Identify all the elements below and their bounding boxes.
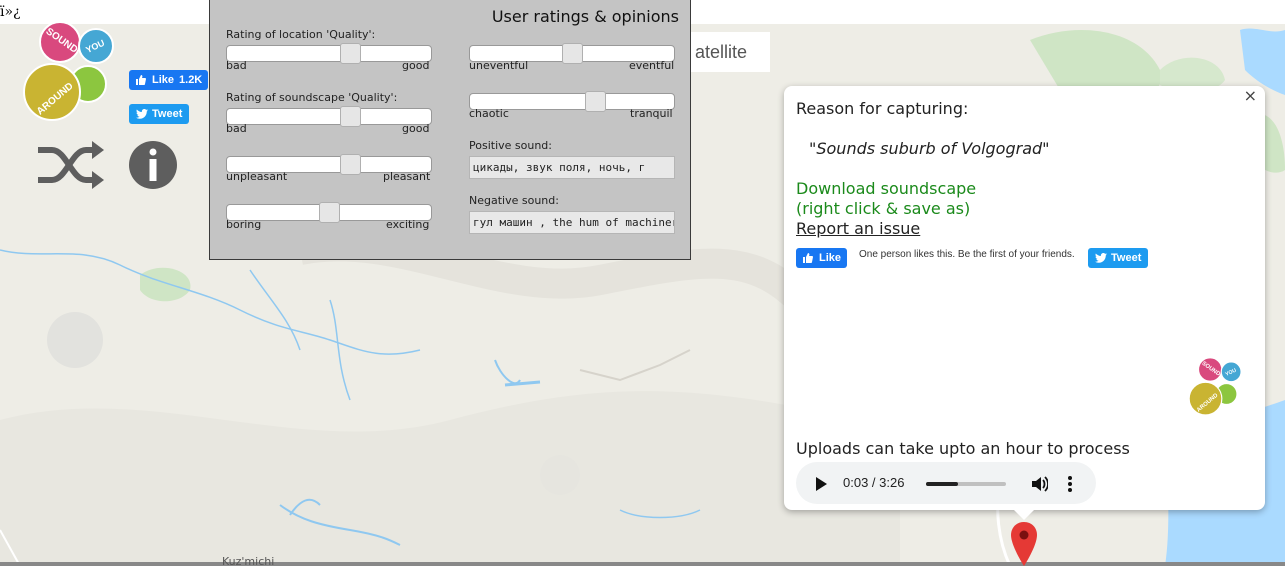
more-vert-icon[interactable] xyxy=(1066,475,1074,493)
play-icon[interactable] xyxy=(816,477,827,491)
download-line-1: Download soundscape xyxy=(796,179,977,198)
logo[interactable]: SOUND YOU AROUND xyxy=(22,20,118,124)
slider-left-label: uneventful xyxy=(469,59,529,72)
shuffle-icon[interactable] xyxy=(36,140,106,190)
report-issue-link[interactable]: Report an issue xyxy=(796,219,920,238)
negative-sound-label: Negative sound: xyxy=(469,194,559,207)
slider-thumb[interactable] xyxy=(585,91,607,112)
info-icon[interactable] xyxy=(128,140,178,190)
facebook-like-button[interactable]: Like xyxy=(796,248,848,268)
close-icon[interactable]: × xyxy=(1244,86,1257,105)
twitter-bird-icon xyxy=(1095,253,1107,263)
facebook-social-text: One person likes this. Be the first of y… xyxy=(859,249,1075,260)
slider-thumb[interactable] xyxy=(340,106,362,127)
positive-sound-label: Positive sound: xyxy=(469,139,552,152)
facebook-like-count: 1.2K xyxy=(179,74,203,86)
volume-icon[interactable] xyxy=(1030,475,1048,493)
facebook-like-label: Like xyxy=(152,74,175,86)
slider-left-label: unpleasant xyxy=(226,170,288,183)
slider-left-label: bad xyxy=(226,59,247,72)
slider-thumb[interactable] xyxy=(318,202,340,223)
reason-quote: "Sounds suburb of Volgograd" xyxy=(809,139,1050,158)
download-line-2: (right click & save as) xyxy=(796,199,971,218)
tweet-button[interactable]: Tweet xyxy=(1088,248,1149,268)
slider-thumb[interactable] xyxy=(340,154,362,175)
audio-time: 0:03 / 3:26 xyxy=(843,475,905,490)
uploads-note: Uploads can take upto an hour to process xyxy=(796,439,1130,458)
audio-player[interactable]: 0:03 / 3:26 xyxy=(796,462,1096,504)
slider-thumb[interactable] xyxy=(561,43,583,64)
location-quality-label: Rating of location 'Quality': xyxy=(226,28,376,41)
logo-small: SOUND YOU AROUND xyxy=(1188,357,1242,416)
slider-left-label: bad xyxy=(226,122,247,135)
slider-right-label: exciting xyxy=(386,218,430,231)
audio-progress-fill xyxy=(926,482,958,486)
slider-right-label: eventful xyxy=(629,59,675,72)
slider-thumb[interactable] xyxy=(340,43,362,64)
tweet-label: Tweet xyxy=(152,108,183,120)
facebook-thumb-icon xyxy=(803,253,813,263)
negative-sound-field[interactable]: гул машин , the hum of machinery xyxy=(469,211,675,234)
info-window-pointer xyxy=(1012,508,1036,520)
audio-progress-bar[interactable] xyxy=(926,482,1006,486)
map-marker-icon[interactable] xyxy=(1010,522,1038,566)
slider-right-label: pleasant xyxy=(383,170,431,183)
slider-right-label: good xyxy=(402,122,430,135)
tweet-label: Tweet xyxy=(1111,252,1142,264)
ratings-panel: User ratings & opinions Rating of locati… xyxy=(209,0,691,260)
tweet-button[interactable]: Tweet xyxy=(129,104,190,124)
facebook-like-button[interactable]: Like 1.2K xyxy=(129,70,209,90)
facebook-thumb-icon xyxy=(136,75,146,85)
slider-right-label: good xyxy=(402,59,430,72)
slider-left-label: chaotic xyxy=(469,107,509,120)
twitter-bird-icon xyxy=(136,109,148,119)
slider-right-label: tranquil xyxy=(630,107,673,120)
map-place-label: Kuz'michi xyxy=(222,555,275,566)
slider-left-label: boring xyxy=(226,218,262,231)
info-window: × Reason for capturing: "Sounds suburb o… xyxy=(784,86,1265,510)
facebook-like-label: Like xyxy=(819,252,842,264)
positive-sound-field[interactable]: цикады, звук поля, ночь, г xyxy=(469,156,675,179)
download-soundscape-link[interactable]: Download soundscape (right click & save … xyxy=(796,179,976,219)
reason-label: Reason for capturing: xyxy=(796,99,969,118)
soundscape-quality-label: Rating of soundscape 'Quality': xyxy=(226,91,398,104)
ratings-panel-title: User ratings & opinions xyxy=(491,7,679,26)
